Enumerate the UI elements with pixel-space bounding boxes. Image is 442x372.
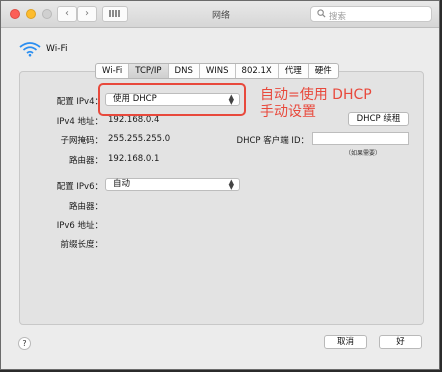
ipv4-address-label: IPv4 地址： bbox=[56, 117, 103, 127]
tab-proxy[interactable]: 代理 bbox=[279, 64, 309, 78]
wifi-icon bbox=[19, 42, 41, 57]
chevron-left-icon: ‹ bbox=[65, 8, 69, 19]
show-all-button[interactable] bbox=[102, 6, 128, 22]
chevron-right-icon: › bbox=[85, 8, 89, 19]
grid-icon bbox=[109, 10, 121, 17]
tab-bar: Wi-Fi TCP/IP DNS WINS 802.1X 代理 硬件 bbox=[95, 63, 339, 79]
annotation-line-1: 自动=使用 DHCP bbox=[260, 87, 372, 103]
subnet-mask-value: 255.255.255.0 bbox=[108, 134, 171, 144]
title-bar: ‹ › 网络 搜索 bbox=[1, 1, 439, 28]
tab-8021x[interactable]: 802.1X bbox=[236, 64, 279, 78]
cancel-button[interactable]: 取消 bbox=[324, 335, 367, 349]
annotation-line-2: 手动设置 bbox=[260, 104, 316, 120]
configure-ipv4-label: 配置 IPv4： bbox=[56, 97, 103, 107]
subnet-mask-label: 子网掩码： bbox=[60, 136, 103, 146]
configure-ipv6-label: 配置 IPv6： bbox=[56, 182, 103, 192]
search-field[interactable]: 搜索 bbox=[310, 6, 432, 22]
dhcp-client-id-hint: （如果需要） bbox=[345, 150, 382, 157]
network-window: ‹ › 网络 搜索 Wi-Fi Wi-Fi TCP/IP DNS WINS 80… bbox=[0, 0, 440, 370]
wifi-service-name: Wi-Fi bbox=[46, 44, 68, 54]
configure-ipv6-select[interactable]: 自动 ▲ ▼ bbox=[105, 178, 240, 191]
ipv4-address-value: 192.168.0.4 bbox=[108, 115, 160, 125]
tab-tcpip[interactable]: TCP/IP bbox=[129, 64, 169, 78]
ok-button[interactable]: 好 bbox=[379, 335, 422, 349]
prefix-length-label: 前缀长度： bbox=[60, 240, 103, 250]
ipv6-address-label: IPv6 地址： bbox=[56, 221, 103, 231]
annotation-highlight-box bbox=[98, 83, 246, 116]
minimize-button[interactable] bbox=[26, 9, 36, 19]
annotation-text: 自动=使用 DHCP 手动设置 bbox=[260, 87, 372, 121]
zoom-button[interactable] bbox=[42, 9, 52, 19]
tab-hardware[interactable]: 硬件 bbox=[309, 64, 338, 78]
ipv4-router-value: 192.168.0.1 bbox=[108, 154, 160, 164]
ipv6-router-label: 路由器： bbox=[68, 202, 103, 212]
search-icon bbox=[317, 9, 326, 18]
search-placeholder: 搜索 bbox=[329, 12, 347, 22]
back-button[interactable]: ‹ bbox=[57, 6, 77, 22]
configure-ipv6-value: 自动 bbox=[113, 179, 131, 189]
close-button[interactable] bbox=[10, 9, 20, 19]
help-button[interactable]: ? bbox=[18, 337, 31, 350]
tab-dns[interactable]: DNS bbox=[169, 64, 200, 78]
dhcp-client-id-label: DHCP 客户端 ID： bbox=[236, 136, 309, 146]
dhcp-client-id-field[interactable] bbox=[312, 132, 409, 145]
forward-button[interactable]: › bbox=[77, 6, 97, 22]
ipv4-router-label: 路由器： bbox=[68, 156, 103, 166]
window-title: 网络 bbox=[211, 11, 230, 21]
tab-wins[interactable]: WINS bbox=[200, 64, 236, 78]
tab-wifi[interactable]: Wi-Fi bbox=[96, 64, 130, 78]
chevron-updown-icon: ▲ ▼ bbox=[228, 178, 234, 191]
